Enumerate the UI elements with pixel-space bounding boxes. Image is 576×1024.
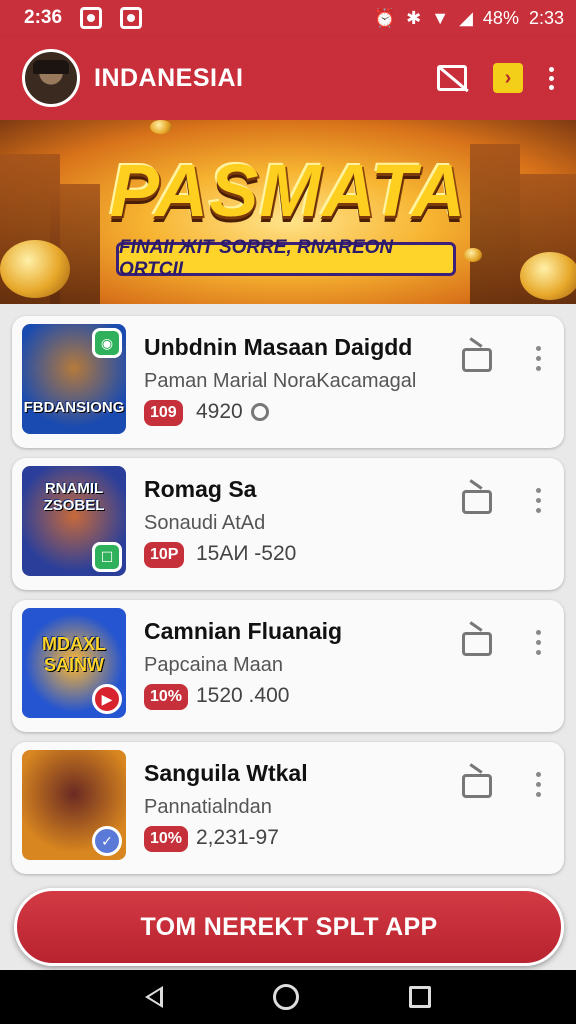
more-vertical-icon[interactable] [549, 66, 554, 90]
status-time: 2:36 [24, 7, 63, 28]
app-thumbnail: ✓ [22, 750, 126, 860]
list-item[interactable]: FBDANSIONG ◉ Unbdnin Masaan Daigdd Paman… [12, 316, 564, 448]
app-count: 4920 [196, 400, 269, 424]
list-item[interactable]: MDAXL SAINW ▶ Camnian Fluanaig Papcaina … [12, 600, 564, 732]
check-icon: ✓ [92, 826, 122, 856]
cta-button[interactable]: TOM NEREKT SPLT APP [14, 888, 564, 966]
tv-icon[interactable] [462, 348, 492, 372]
app-thumbnail: MDAXL SAINW ▶ [22, 608, 126, 718]
app-bar: INDANESIAI › [0, 36, 576, 120]
list-item[interactable]: ✓ Sanguila Wtkal Pannatialndan 10% 2,231… [12, 742, 564, 874]
app-subtitle: Sonaudi AtAd [144, 512, 266, 534]
banner-title: PASMATA [109, 149, 467, 232]
app-title: Unbdnin Masaan Daigdd [144, 334, 413, 360]
verified-icon [250, 403, 269, 422]
status-right: ⏰ ✱ ▼ ◢ 48% 2:33 [374, 8, 564, 29]
app-bar-actions: › [437, 63, 554, 93]
record-icon [120, 7, 143, 29]
more-vertical-icon[interactable] [536, 346, 541, 371]
recents-icon[interactable] [409, 986, 431, 1008]
banner-subtitle: FINAII ЖIT SORRE, RNAREON ORTCII [116, 237, 456, 280]
system-nav-bar [0, 970, 576, 1024]
back-icon[interactable] [145, 986, 163, 1008]
app-thumbnail: RNAMIL ZSOBEL ☐ [22, 466, 126, 576]
play-store-icon[interactable]: › [493, 63, 523, 93]
more-vertical-icon[interactable] [536, 630, 541, 655]
app-subtitle: Papcaina Maan [144, 654, 283, 676]
cast-off-icon[interactable] [437, 65, 467, 91]
tv-icon[interactable] [462, 490, 492, 514]
app-title: Sanguila Wtkal [144, 760, 308, 786]
game-badge-icon: ☐ [92, 542, 122, 572]
wifi-icon: ▼ [431, 7, 450, 28]
home-icon[interactable] [273, 984, 299, 1010]
app-subtitle: Pannatialndan [144, 796, 272, 818]
game-badge-icon: ◉ [92, 328, 122, 358]
thumbnail-text: RNAMIL ZSOBEL [43, 480, 105, 514]
tv-icon[interactable] [462, 774, 492, 798]
signal-icon: ◢ [459, 7, 473, 28]
rating-badge: 10% [144, 826, 189, 852]
battery-percent: 48% [482, 7, 519, 28]
app-count-value: 4920 [196, 400, 243, 423]
bluetooth-icon: ✱ [406, 7, 422, 28]
play-icon: ▶ [92, 684, 122, 714]
status-clock-right: 2:33 [528, 7, 564, 28]
app-title: Camnian Fluanaig [144, 618, 343, 644]
rating-badge: 10P [144, 542, 185, 568]
tv-icon[interactable] [462, 632, 492, 656]
status-bar: 2:36 ⏰ ✱ ▼ ◢ 48% 2:33 [0, 0, 576, 36]
more-vertical-icon[interactable] [536, 488, 541, 513]
app-title: INDANESIAI [94, 63, 244, 92]
app-title: Romag Sa [144, 476, 257, 502]
list-item[interactable]: RNAMIL ZSOBEL ☐ Romag Sa Sonaudi AtAd 10… [12, 458, 564, 590]
app-notification-icon [80, 7, 103, 29]
rating-badge: 10% [144, 684, 189, 710]
rating-badge: 109 [144, 400, 183, 426]
app-count: 1520 .400 [196, 684, 290, 707]
thumbnail-text: FBDANSIONG [23, 399, 125, 416]
alarm-icon: ⏰ [373, 7, 397, 28]
app-count: 2,231-97 [196, 826, 279, 849]
promo-banner[interactable]: PASMATA FINAII ЖIT SORRE, RNAREON ORTCII [0, 120, 576, 304]
app-count: 15AИ -520 [196, 542, 297, 565]
app-thumbnail: FBDANSIONG ◉ [22, 324, 126, 434]
more-vertical-icon[interactable] [536, 772, 541, 797]
thumbnail-text: MDAXL SAINW [42, 634, 106, 675]
avatar[interactable] [22, 49, 80, 107]
app-subtitle: Paman Marial NoraKacamagal [144, 370, 417, 392]
